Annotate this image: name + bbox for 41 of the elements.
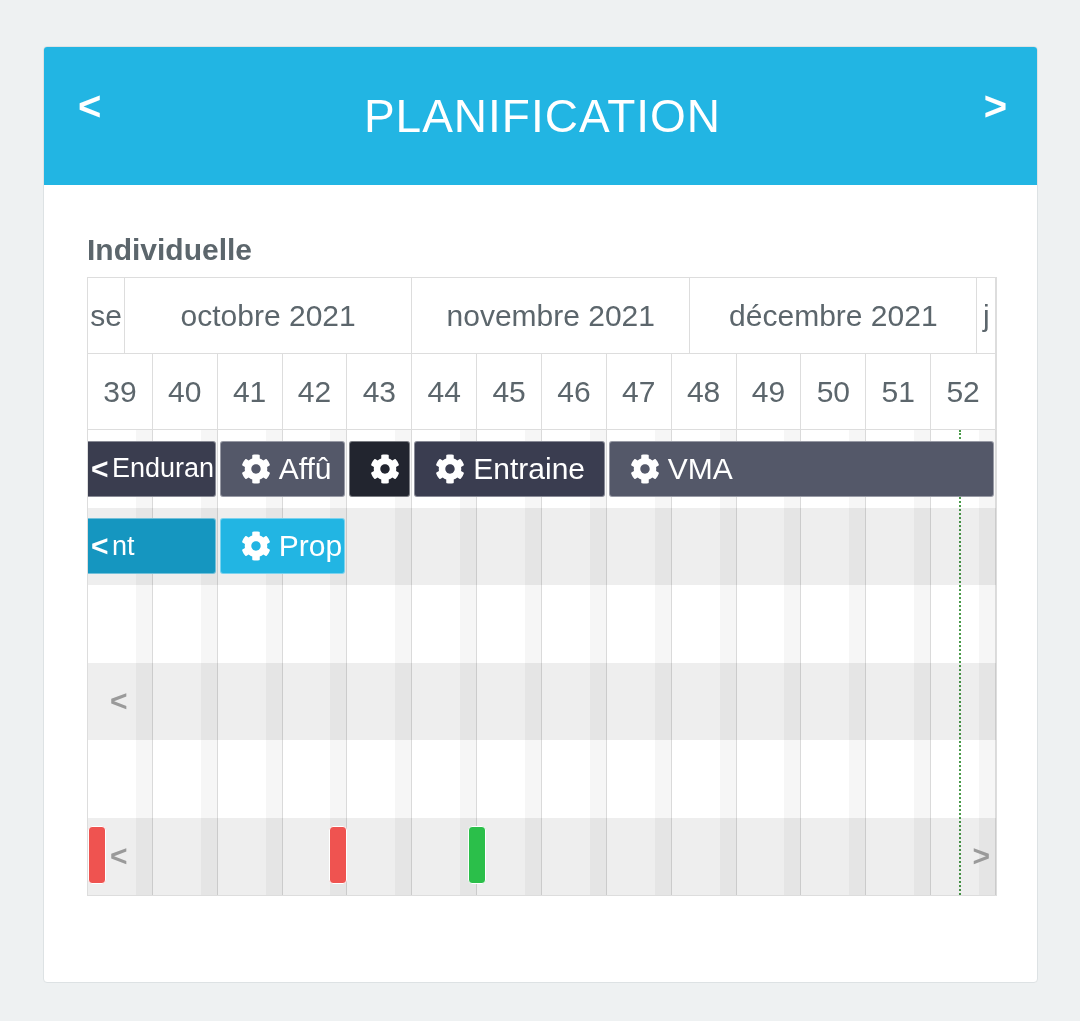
month-header: décembre 2021: [690, 278, 978, 353]
page-title: PLANIFICATION: [363, 89, 722, 143]
week-header: 46: [542, 354, 607, 429]
week-header: 44: [412, 354, 478, 429]
gear-icon: [435, 453, 466, 484]
task-bar[interactable]: VMA: [608, 440, 994, 497]
previous-button[interactable]: <: [78, 83, 102, 129]
task-bar[interactable]: [349, 440, 411, 497]
week-header: 50: [801, 354, 867, 429]
week-header: 48: [671, 354, 737, 429]
next-button[interactable]: >: [983, 83, 1007, 129]
scroll-left-arrow[interactable]: <: [110, 684, 128, 719]
gear-icon: [629, 453, 660, 484]
week-header: 41: [217, 354, 283, 429]
task-bar[interactable]: Entraine: [414, 440, 605, 497]
scroll-left-arrow[interactable]: <: [91, 529, 109, 564]
task-bar[interactable]: Affû: [219, 440, 346, 497]
week-header: 47: [606, 354, 672, 429]
week-header: 42: [282, 354, 348, 429]
task-bar[interactable]: Prop: [219, 518, 346, 575]
month-header: se: [88, 278, 126, 353]
section-title: Individuelle: [87, 233, 254, 267]
week-header: 52: [931, 354, 996, 429]
event-marker[interactable]: [467, 825, 486, 884]
scroll-left-arrow[interactable]: <: [91, 451, 109, 486]
week-header: 45: [477, 354, 542, 429]
gear-icon: [240, 453, 271, 484]
week-header: 43: [347, 354, 413, 429]
month-header: novembre 2021: [412, 278, 691, 353]
month-header: octobre 2021: [125, 278, 413, 353]
event-marker[interactable]: [328, 825, 347, 884]
scroll-left-arrow[interactable]: <: [110, 839, 128, 874]
event-marker[interactable]: [88, 825, 106, 884]
scroll-right-arrow[interactable]: >: [972, 839, 990, 874]
week-header: 49: [736, 354, 802, 429]
week-header: 40: [152, 354, 218, 429]
gear-icon: [240, 531, 271, 562]
week-header: 51: [866, 354, 932, 429]
week-header: 39: [88, 354, 153, 429]
month-header: j: [977, 278, 996, 353]
gear-icon: [370, 453, 401, 484]
